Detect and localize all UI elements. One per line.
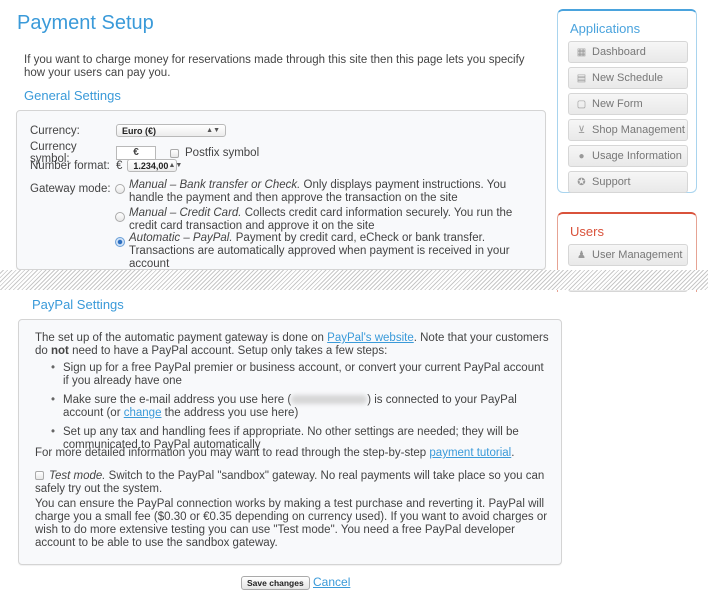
applications-title: Applications <box>570 21 641 36</box>
test-mode-checkbox[interactable] <box>35 471 44 480</box>
user-icon: ♟ <box>577 249 586 261</box>
text: The set up of the automatic payment gate… <box>35 332 328 344</box>
form-icon: ▢ <box>576 98 587 110</box>
gateway-radio-paypal[interactable] <box>115 237 125 247</box>
list-item: Make sure the e-mail address you use her… <box>49 394 549 420</box>
sidebar-item-new-schedule[interactable]: ▤ New Schedule <box>568 67 688 89</box>
test-purchase-text: You can ensure the PayPal connection wor… <box>35 498 548 549</box>
applications-box: Applications ▦ Dashboard ▤ New Schedule … <box>557 9 697 193</box>
option-title: Manual – Credit Card. <box>129 207 242 219</box>
gateway-mode-label: Gateway mode: <box>30 183 111 195</box>
sidebar-item-label: User Management <box>592 249 683 261</box>
setup-steps-list: Sign up for a free PayPal premier or bus… <box>49 362 549 458</box>
text: . <box>511 447 515 459</box>
save-changes-button[interactable]: Save changes <box>241 576 310 590</box>
number-format-select[interactable]: 1.234,00 ▲▼ <box>127 159 182 172</box>
text: Make sure the e-mail address you use her… <box>63 394 292 406</box>
currency-select[interactable]: Euro (€) ▲▼ <box>116 124 226 137</box>
sidebar-item-shop-management[interactable]: ⊻ Shop Management <box>568 119 688 141</box>
sidebar-item-label: New Schedule <box>592 72 663 84</box>
tutorial-text: For more detailed information you may wa… <box>35 447 550 460</box>
sidebar-item-user-management[interactable]: ♟ User Management <box>568 244 688 266</box>
general-settings-heading: General Settings <box>24 88 121 103</box>
lifebuoy-icon: ✪ <box>577 176 586 188</box>
test-mode-desc: Switch to the PayPal "sandbox" gateway. … <box>35 470 545 495</box>
postfix-symbol-label: Postfix symbol <box>185 147 260 159</box>
change-email-link[interactable]: change <box>124 407 162 419</box>
sidebar-item-new-form[interactable]: ▢ New Form <box>568 93 688 115</box>
postfix-symbol-checkbox[interactable] <box>170 148 179 158</box>
sidebar-item-usage-information[interactable]: ● Usage Information <box>568 145 688 167</box>
general-settings-panel: Currency: Euro (€) ▲▼ Currency symbol: €… <box>16 110 546 270</box>
sidebar-item-label: Usage Information <box>592 150 682 162</box>
sidebar-item-support[interactable]: ✪ Support <box>568 171 688 193</box>
paypal-settings-heading: PayPal Settings <box>32 297 124 312</box>
sidebar-item-label: New Form <box>592 98 643 110</box>
sidebar-item-label: Dashboard <box>592 46 646 58</box>
select-arrows-icon: ▲▼ <box>168 162 183 169</box>
paypal-intro-text: The set up of the automatic payment gate… <box>35 332 550 358</box>
redacted-email <box>291 395 368 405</box>
currency-symbol-input[interactable]: € <box>116 146 156 160</box>
gateway-option-bank[interactable]: Manual – Bank transfer or Check. Only di… <box>115 179 539 205</box>
payment-tutorial-link[interactable]: payment tutorial <box>429 447 511 459</box>
gateway-radio-credit-card[interactable] <box>115 212 125 222</box>
screenshot-cut-divider <box>0 270 708 290</box>
sidebar-item-dashboard[interactable]: ▦ Dashboard <box>568 41 688 63</box>
text: the address you use here) <box>161 407 299 419</box>
currency-label: Currency: <box>30 124 80 137</box>
page-title: Payment Setup <box>17 12 154 34</box>
select-arrows-icon: ▲▼ <box>206 127 220 134</box>
info-icon: ● <box>578 150 585 162</box>
intro-text: If you want to charge money for reservat… <box>24 54 525 79</box>
sidebar-item-label: Shop Management <box>592 124 685 136</box>
paypal-website-link[interactable]: PayPal's website <box>327 332 414 344</box>
gateway-option-credit-card[interactable]: Manual – Credit Card. Collects credit ca… <box>115 207 539 233</box>
gateway-radio-bank[interactable] <box>115 184 125 194</box>
cancel-link[interactable]: Cancel <box>313 575 350 589</box>
dashboard-icon: ▦ <box>576 46 587 58</box>
option-title: Manual – Bank transfer or Check. <box>129 179 301 191</box>
test-mode-option: Test mode. Switch to the PayPal "sandbox… <box>35 470 550 496</box>
sidebar-item-label: Support <box>592 176 631 188</box>
gateway-option-paypal[interactable]: Automatic – PayPal. Payment by credit ca… <box>115 232 539 271</box>
calendar-icon: ▤ <box>576 72 587 84</box>
cart-icon: ⊻ <box>577 124 586 136</box>
text-bold: not <box>51 345 69 357</box>
currency-select-value: Euro (€) <box>122 125 157 136</box>
paypal-settings-panel: The set up of the automatic payment gate… <box>18 319 562 565</box>
number-format-prefix: € <box>116 159 123 172</box>
number-format-label: Number format: <box>30 159 110 172</box>
text: For more detailed information you may wa… <box>35 447 430 459</box>
option-title: Automatic – PayPal. <box>129 232 233 244</box>
test-mode-title: Test mode. <box>49 470 106 482</box>
list-item: Sign up for a free PayPal premier or bus… <box>49 362 549 388</box>
number-format-value: 1.234,00 <box>133 160 169 171</box>
users-title: Users <box>570 224 604 239</box>
text: need to have a PayPal account. Setup onl… <box>68 345 388 357</box>
